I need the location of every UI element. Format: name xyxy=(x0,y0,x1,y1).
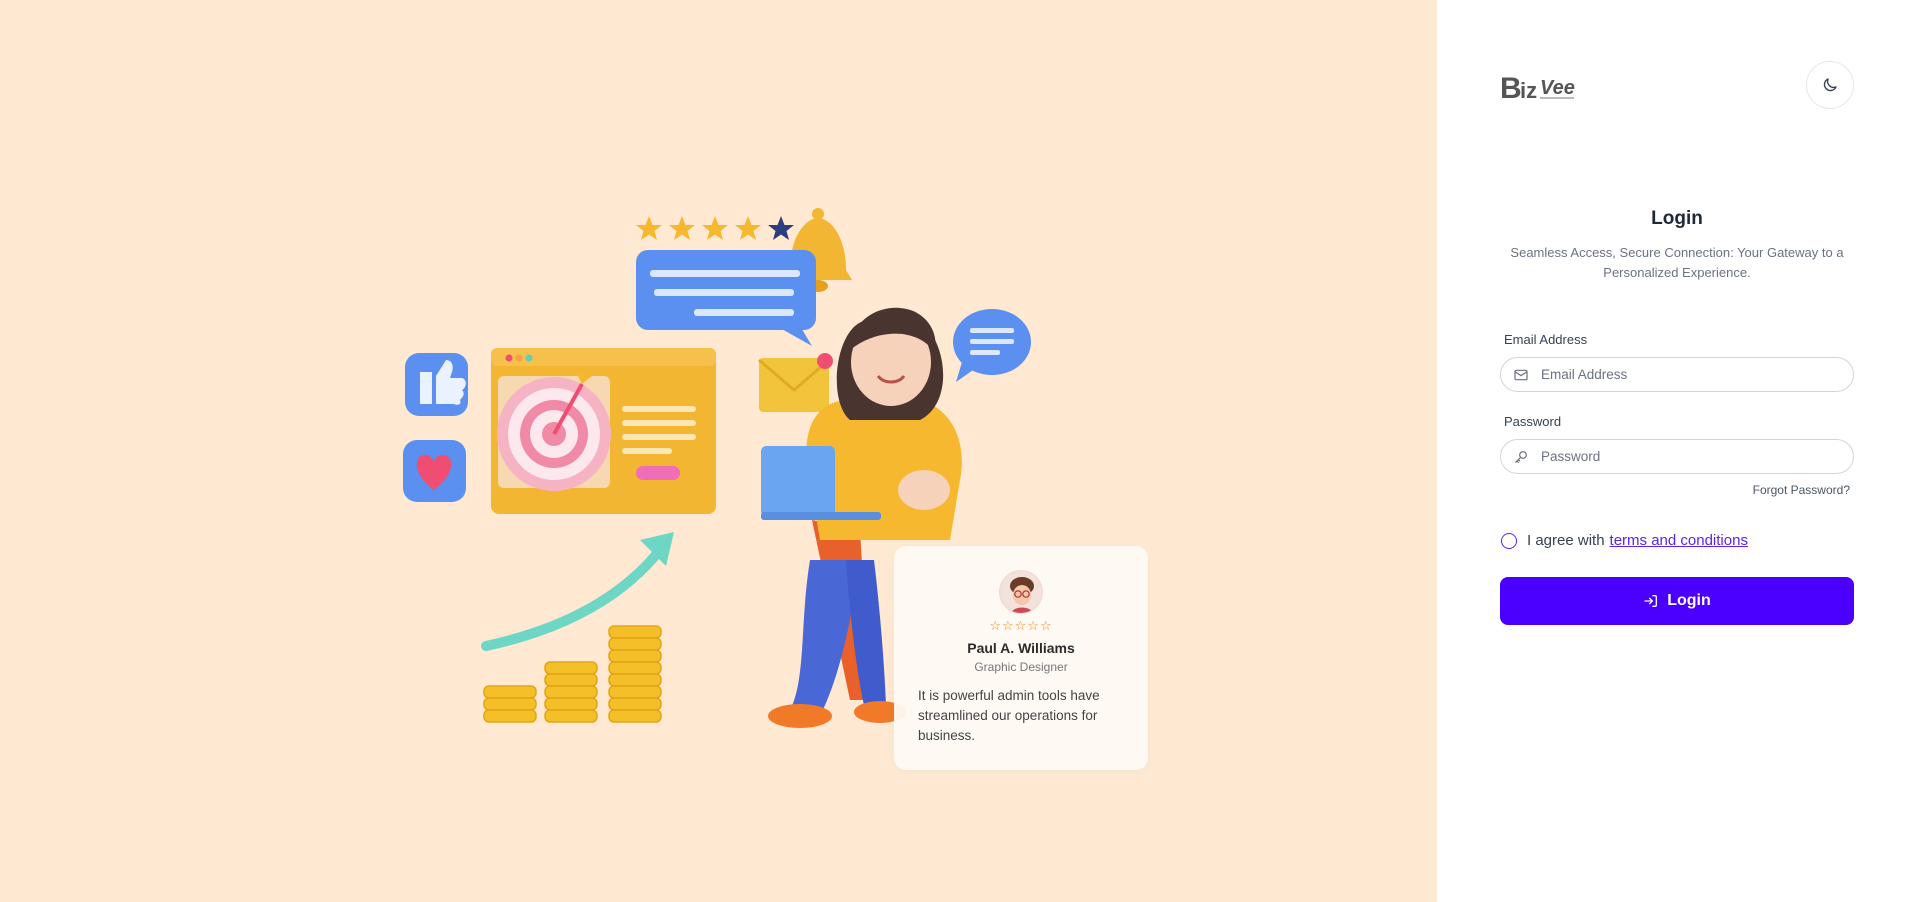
rating-stars-graphic xyxy=(636,216,794,240)
login-button-label: Login xyxy=(1667,592,1711,609)
hero-panel: ☆☆☆☆☆ Paul A. Williams Graphic Designer … xyxy=(0,0,1437,902)
testimonial-quote: It is powerful admin tools have streamli… xyxy=(918,688,1100,743)
svg-text:B: B xyxy=(1500,72,1522,104)
password-label: Password xyxy=(1504,414,1562,429)
moon-icon xyxy=(1823,78,1837,92)
brand-logo[interactable]: B iz Vee xyxy=(1500,70,1576,105)
testimonial-card: ☆☆☆☆☆ Paul A. Williams Graphic Designer … xyxy=(894,546,1148,770)
mail-icon xyxy=(1501,367,1541,383)
hero-illustration xyxy=(403,208,1031,728)
theme-toggle-button[interactable] xyxy=(1806,61,1854,109)
email-field[interactable] xyxy=(1500,357,1854,392)
login-subtitle: Seamless Access, Secure Connection: Your… xyxy=(1510,245,1844,280)
login-icon xyxy=(1643,593,1659,609)
login-button[interactable]: Login xyxy=(1500,577,1854,625)
terms-checkbox[interactable] xyxy=(1501,532,1517,549)
svg-text:iz: iz xyxy=(1520,78,1537,103)
envelope-graphic xyxy=(758,353,833,412)
forgot-password-link[interactable]: Forgot Password? xyxy=(1700,483,1850,497)
testimonial-rating: ☆☆☆☆☆ xyxy=(989,618,1053,633)
testimonial-name: Paul A. Williams xyxy=(967,640,1075,656)
password-input[interactable] xyxy=(1541,449,1841,464)
email-input[interactable] xyxy=(1541,367,1841,382)
bizvee-logo-icon: B iz Vee xyxy=(1500,72,1575,105)
svg-text:Vee: Vee xyxy=(1540,77,1575,99)
target-window-graphic xyxy=(491,348,716,514)
terms-prefix: I agree with xyxy=(1527,532,1605,549)
password-field[interactable] xyxy=(1500,439,1854,474)
testimonial-role: Graphic Designer xyxy=(974,660,1068,674)
login-title: Login xyxy=(1651,208,1703,229)
key-icon xyxy=(1501,449,1541,465)
terms-link[interactable]: terms and conditions xyxy=(1610,532,1748,549)
terms-agreement: I agree with terms and conditions xyxy=(1501,532,1748,549)
chat-bubble-graphic xyxy=(636,250,816,346)
testimonial-avatar xyxy=(999,570,1043,614)
email-label: Email Address xyxy=(1504,332,1588,347)
small-chat-graphic xyxy=(953,309,1031,382)
